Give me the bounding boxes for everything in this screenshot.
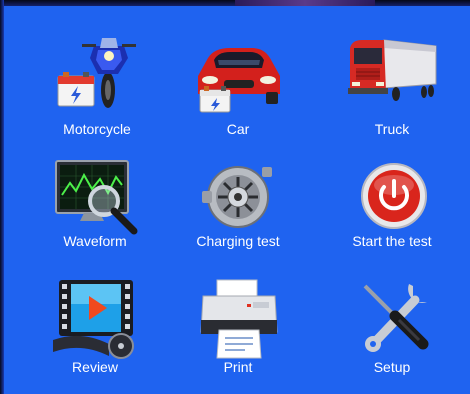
- power-icon: [317, 145, 467, 245]
- menu-item-label: Truck: [374, 121, 410, 137]
- alternator-icon: [163, 145, 313, 245]
- menu-item-start-test[interactable]: Start the test: [317, 145, 467, 270]
- menu-item-truck[interactable]: Truck: [317, 28, 467, 153]
- menu-item-label: Start the test: [352, 233, 432, 249]
- menu-item-car[interactable]: Car: [163, 28, 313, 153]
- menu-item-label: Review: [72, 359, 118, 375]
- menu-item-label: Car: [226, 121, 250, 137]
- menu-item-label: Motorcycle: [63, 121, 131, 137]
- menu-item-setup[interactable]: Setup: [317, 262, 467, 387]
- menu-item-print[interactable]: Print: [163, 262, 313, 387]
- left-bezel: [0, 0, 4, 394]
- car-battery-icon: [163, 28, 313, 128]
- waveform-monitor-icon: [20, 145, 170, 245]
- motorcycle-battery-icon: [22, 28, 172, 128]
- menu-item-label: Waveform: [63, 233, 127, 249]
- menu-item-charging-test[interactable]: Charging test: [163, 145, 313, 270]
- wrench-screwdriver-icon: [317, 262, 467, 362]
- film-play-icon: [20, 262, 170, 362]
- menu-item-waveform[interactable]: Waveform: [20, 145, 170, 270]
- menu-item-label: Charging test: [196, 233, 280, 249]
- top-bezel: [0, 0, 470, 6]
- truck-icon: [317, 28, 467, 128]
- main-menu-screen: Motorcycle Car Truck Waveform Charging t…: [0, 0, 470, 394]
- menu-item-label: Setup: [373, 359, 411, 375]
- menu-item-motorcycle[interactable]: Motorcycle: [22, 28, 172, 153]
- menu-item-label: Print: [223, 359, 253, 375]
- printer-icon: [163, 262, 313, 362]
- menu-item-review[interactable]: Review: [20, 262, 170, 387]
